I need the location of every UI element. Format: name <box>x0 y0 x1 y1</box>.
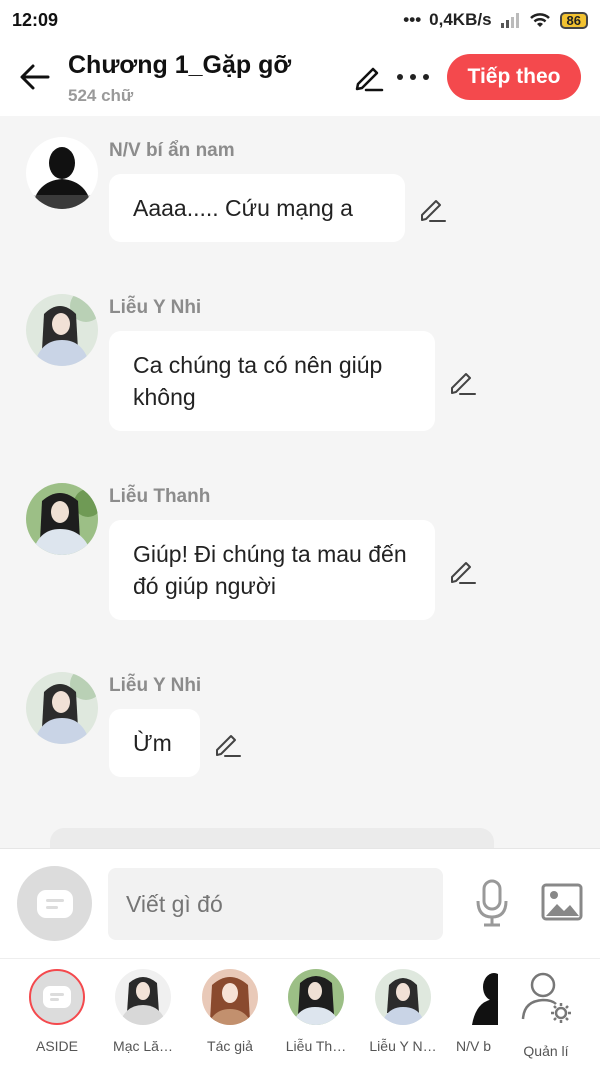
microphone-icon[interactable] <box>474 879 510 927</box>
avatar-mystery-man[interactable] <box>26 137 98 209</box>
avatar-lieu-y-nhi[interactable] <box>26 672 98 744</box>
status-time: 12:09 <box>12 9 59 30</box>
back-arrow-icon[interactable] <box>18 60 52 94</box>
status-dots: ••• <box>403 10 422 29</box>
edit-message-pencil-icon[interactable] <box>419 195 447 223</box>
edit-message-pencil-icon[interactable] <box>449 557 477 585</box>
character-tab-aside[interactable]: ASIDE <box>15 969 99 1054</box>
character-tab-lieu-y-nhi[interactable]: Liễu Y N… <box>361 969 445 1054</box>
message-sender: Liễu Y Nhi <box>109 297 202 318</box>
chapter-header: Chương 1_Gặp gỡ 524 chữ Tiếp theo <box>0 40 600 116</box>
message-sender: Liễu Thanh <box>109 486 211 507</box>
wifi-icon <box>529 13 550 27</box>
aside-toggle-button[interactable] <box>17 866 92 941</box>
avatar <box>288 969 344 1025</box>
character-tab-mac-la[interactable]: Mạc Lă… <box>101 969 185 1054</box>
character-bar: ASIDE Mạc Lă… Tác giả Liễu Th… Liễu Y N…… <box>0 958 600 1067</box>
more-options-icon[interactable] <box>397 64 429 90</box>
image-icon[interactable] <box>541 883 583 921</box>
edit-message-pencil-icon[interactable] <box>449 368 477 396</box>
message-input[interactable] <box>108 868 443 940</box>
chat-bubble-icon <box>43 986 71 1008</box>
status-right: ••• 0,4KB/s 86 <box>403 10 588 30</box>
status-bar: 12:09 ••• 0,4KB/s 86 <box>0 0 600 40</box>
message-bubble[interactable]: Ừm <box>109 709 200 777</box>
character-tab-label: Liễu Y N… <box>369 1038 437 1054</box>
message-bubble[interactable]: Giúp! Đi chúng ta mau đến đó giúp người <box>109 520 435 620</box>
network-speed: 0,4KB/s <box>429 10 492 29</box>
signal-icon <box>500 13 519 28</box>
chat-bubble-icon <box>36 889 73 918</box>
avatar <box>202 969 258 1025</box>
character-tab-label: Liễu Th… <box>285 1038 347 1054</box>
message-bubble[interactable]: Ca chúng ta có nên giúp không <box>109 331 435 431</box>
battery-badge: 86 <box>559 11 588 29</box>
character-tab-lieu-thanh[interactable]: Liễu Th… <box>274 969 358 1054</box>
chapter-title: Chương 1_Gặp gỡ <box>68 51 292 79</box>
user-gear-icon <box>521 972 571 1023</box>
message-sender: N/V bí ẩn nam <box>109 140 235 161</box>
word-count: 524 chữ <box>68 86 134 105</box>
avatar <box>115 969 171 1025</box>
character-tab-mystery-man[interactable]: N/V b <box>440 969 498 1054</box>
aside-avatar <box>29 969 85 1025</box>
edit-message-pencil-icon[interactable] <box>214 730 242 758</box>
edit-title-pencil-icon[interactable] <box>354 62 384 92</box>
manage-characters-tab[interactable]: Quản lí <box>504 969 588 1059</box>
character-tab-label: Quản lí <box>523 1043 569 1059</box>
character-tab-label: N/V b <box>456 1038 492 1054</box>
avatar <box>452 969 498 1025</box>
character-tab-author[interactable]: Tác giả <box>188 969 272 1054</box>
avatar-lieu-thanh[interactable] <box>26 483 98 555</box>
message-sender: Liễu Y Nhi <box>109 675 202 696</box>
character-tab-label: Mạc Lă… <box>113 1038 173 1054</box>
avatar <box>375 969 431 1025</box>
character-tab-label: ASIDE <box>35 1038 78 1054</box>
composer <box>0 848 600 958</box>
character-tab-label: Tác giả <box>207 1038 253 1054</box>
next-button[interactable]: Tiếp theo <box>447 54 581 100</box>
avatar-lieu-y-nhi[interactable] <box>26 294 98 366</box>
message-bubble[interactable]: Aaaa..... Cứu mạng a <box>109 174 405 242</box>
